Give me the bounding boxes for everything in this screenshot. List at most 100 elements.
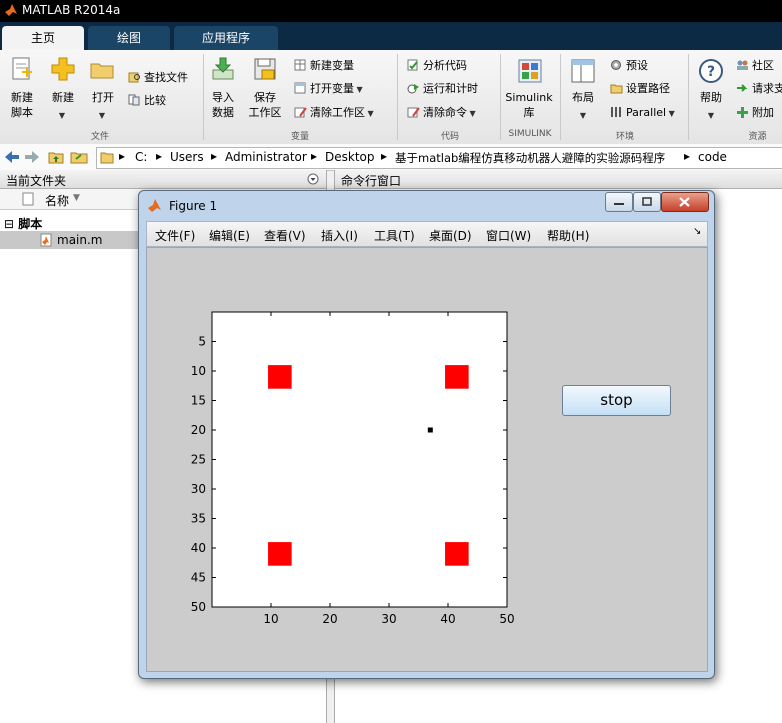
ribbon-divider [500, 54, 501, 140]
tab-home[interactable]: 主页 [2, 26, 84, 50]
preferences-button[interactable]: 预设 [610, 58, 648, 74]
breadcrumb-item[interactable]: Desktop [325, 150, 375, 164]
open-dropdown-icon[interactable]: ▼ [97, 108, 107, 123]
menu-edit[interactable]: 编辑(E) [209, 227, 250, 244]
section-simulink-label: SIMULINK [508, 129, 552, 139]
open-folder-icon [90, 63, 114, 79]
breadcrumb-item[interactable]: Users [170, 150, 204, 164]
matlab-figure-icon [148, 199, 161, 212]
open-variable-dropdown-icon[interactable]: ▼ [354, 85, 363, 94]
community-button[interactable]: 社区 [736, 58, 774, 74]
tab-apps[interactable]: 应用程序 [174, 26, 278, 50]
current-folder-title: 当前文件夹 [6, 174, 67, 188]
x-tick-label: 20 [322, 612, 337, 626]
up-folder-icon[interactable] [48, 149, 64, 164]
menubar-dock-icon[interactable]: ↘ [693, 226, 701, 237]
menu-tools[interactable]: 工具(T) [374, 227, 415, 244]
breadcrumb-item[interactable]: Administrator [225, 150, 307, 164]
x-tick-label: 50 [499, 612, 514, 626]
layout-button[interactable]: 布局 [565, 90, 601, 105]
open-variable-button[interactable]: 打开变量 ▼ [294, 81, 363, 98]
find-files-button[interactable]: 查找文件 [128, 70, 188, 86]
new-script-icon [12, 57, 32, 80]
help-button[interactable]: 帮助 [693, 90, 729, 105]
run-and-time-button[interactable]: 运行和计时 [407, 81, 478, 97]
simulink-library-icon [518, 59, 542, 83]
menu-window[interactable]: 窗口(W) [486, 227, 531, 244]
parallel-dropdown-icon[interactable]: ▼ [666, 109, 675, 118]
analyze-code-button[interactable]: 分析代码 [407, 58, 467, 74]
stop-button[interactable]: stop [562, 385, 671, 416]
save-workspace-button[interactable]: 保存 工作区 [245, 90, 285, 120]
ribbon-tabbar: 主页 绘图 应用程序 [0, 22, 782, 50]
simulink-library-button[interactable]: Simulink 库 [503, 90, 555, 120]
obstacle-marker [445, 365, 469, 389]
column-name[interactable]: 名称 [45, 192, 69, 209]
open-variable-label: 打开变量 [310, 82, 354, 95]
close-button[interactable] [661, 192, 709, 212]
back-arrow-icon[interactable] [4, 150, 20, 164]
panel-options-icon[interactable] [307, 173, 319, 185]
robot-map-axes[interactable]: 10 20 30 40 50 5 10 15 20 25 30 35 40 45 50 [147, 248, 707, 671]
collapse-icon[interactable]: ⊟ [4, 217, 14, 231]
import-data-button[interactable]: 导入 数据 [205, 90, 241, 120]
clear-workspace-button[interactable]: 清除工作区 ▼ [294, 105, 374, 122]
forward-arrow-icon[interactable] [24, 150, 40, 164]
breadcrumb-item[interactable]: C: [135, 150, 147, 164]
preferences-label: 预设 [626, 59, 648, 72]
window-titlebar: MATLAB R2014a [0, 0, 782, 22]
path-separator-icon: ▸ [311, 149, 318, 163]
x-tick-label: 10 [263, 612, 278, 626]
request-support-icon [737, 84, 748, 92]
help-dropdown-icon[interactable]: ▼ [706, 108, 716, 123]
set-path-button[interactable]: 设置路径 [610, 81, 670, 97]
open-button[interactable]: 打开 [86, 90, 120, 105]
browse-folder-icon[interactable] [70, 149, 88, 164]
menu-desktop[interactable]: 桌面(D) [429, 227, 472, 244]
maximize-button[interactable] [633, 192, 661, 212]
menu-help[interactable]: 帮助(H) [547, 227, 589, 244]
tab-plots[interactable]: 绘图 [88, 26, 170, 50]
script-group[interactable]: ⊟ 脚本 [4, 215, 42, 232]
x-tick-label: 40 [440, 612, 455, 626]
new-variable-button[interactable]: 新建变量 [294, 58, 354, 74]
layout-dropdown-icon[interactable]: ▼ [578, 108, 588, 123]
ribbon-divider [560, 54, 561, 140]
compare-button[interactable]: 比较 [128, 93, 166, 109]
ribbon-toolstrip: 新建 脚本 新建 ▼ 打开 ▼ 查找文件 比较 文件 导入 数据 保存 工作区 … [0, 50, 782, 145]
folder-icon [100, 152, 114, 164]
current-folder-header: 当前文件夹 [0, 170, 326, 189]
section-file-label: 文件 [90, 132, 109, 142]
menu-file[interactable]: 文件(F) [155, 227, 195, 244]
new-button[interactable]: 新建 [46, 90, 80, 105]
parallel-button[interactable]: Parallel ▼ [610, 105, 675, 122]
breadcrumb-item[interactable]: 基于matlab编程仿真移动机器人避障的实验源码程序 [395, 150, 665, 166]
parallel-icon [611, 107, 621, 117]
path-separator-icon: ▸ [684, 149, 691, 163]
breadcrumb-item[interactable]: code [698, 150, 727, 164]
request-support-button[interactable]: 请求支 [736, 81, 782, 97]
menu-insert[interactable]: 插入(I) [321, 227, 358, 244]
sort-down-icon[interactable]: ▼ [73, 193, 80, 203]
new-variable-label: 新建变量 [310, 59, 354, 72]
addons-button[interactable]: 附加 [736, 105, 774, 121]
new-dropdown-icon[interactable]: ▼ [57, 108, 67, 123]
new-script-button[interactable]: 新建 脚本 [5, 90, 39, 120]
clear-commands-button[interactable]: 清除命令 ▼ [407, 105, 476, 122]
analyze-code-icon [407, 59, 418, 71]
minimize-button[interactable] [605, 192, 633, 212]
clear-workspace-dropdown-icon[interactable]: ▼ [365, 109, 374, 118]
robot-marker [427, 427, 433, 433]
file-type-icon [22, 192, 34, 206]
menu-view[interactable]: 查看(V) [264, 227, 306, 244]
new-icon [51, 57, 75, 81]
current-folder-path[interactable]: ▸ C: ▸ Users ▸ Administrator ▸ Desktop ▸… [96, 147, 782, 169]
run-and-time-label: 运行和计时 [423, 82, 478, 95]
y-tick-label: 5 [198, 335, 206, 349]
obstacle-marker [445, 542, 469, 566]
find-files-label: 查找文件 [144, 71, 188, 84]
clear-commands-dropdown-icon[interactable]: ▼ [467, 109, 476, 118]
command-window-header: 命令行窗口 [335, 170, 782, 189]
community-label: 社区 [752, 59, 774, 72]
y-tick-label: 25 [191, 453, 206, 467]
